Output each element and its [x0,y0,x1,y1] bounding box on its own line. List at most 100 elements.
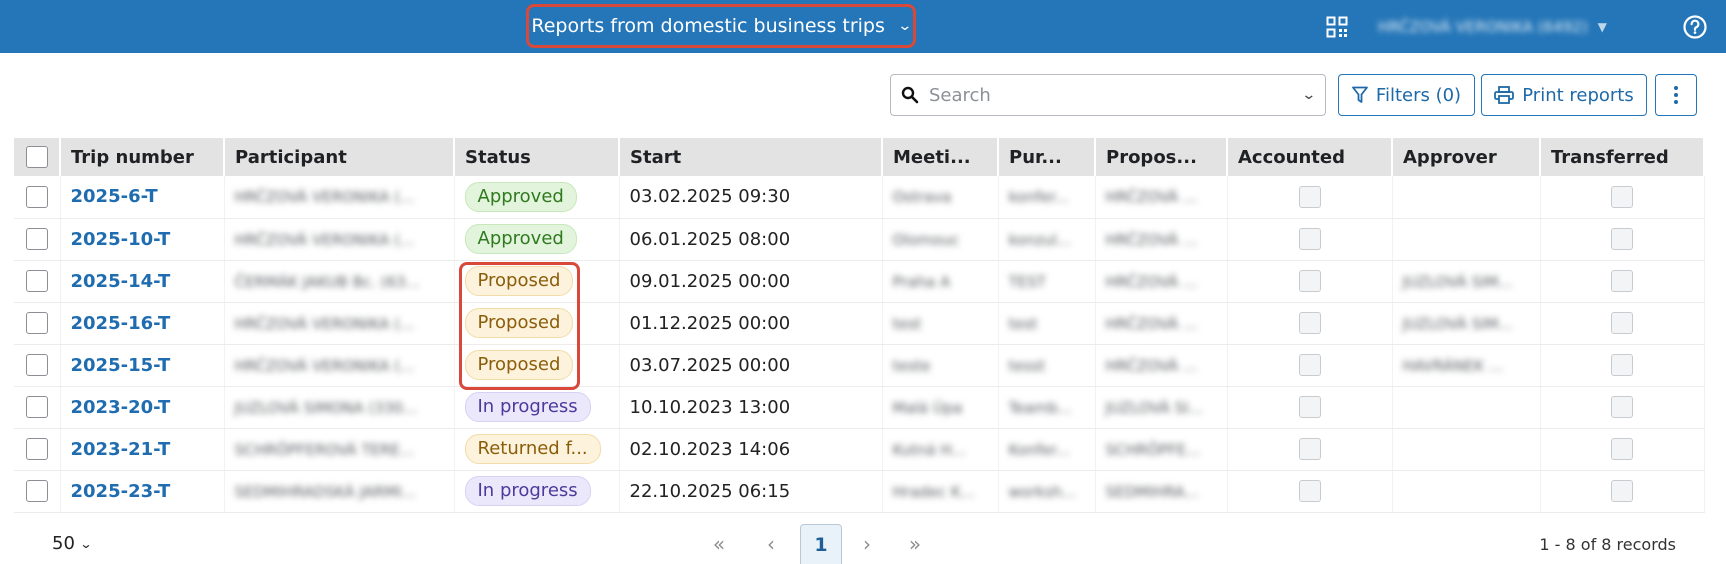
table-header-row: Trip number Participant Status Start Mee… [14,138,1705,176]
participant-cell: HRČZOVÁ VERONIKA (... [224,176,455,219]
row-checkbox[interactable] [25,270,48,292]
purpose: TEST [1008,272,1046,291]
accounted-cell [1227,260,1393,303]
trip-number-cell: 2023-20-T [60,386,225,429]
proposer-cell: JUZLOVÁ SI... [1095,386,1228,429]
transferred-cell [1540,428,1705,471]
column-header[interactable]: Transferred [1540,138,1705,176]
meeting-place: Praha A [892,272,951,291]
purpose: Teamb... [1008,398,1072,417]
participant-cell: HRČZOVÁ VERONIKA (... [224,344,455,387]
more-options-button[interactable] [1655,74,1697,116]
chevron-down-icon: ⌄ [79,536,93,551]
trip-number-link[interactable]: 2025-23-T [71,481,171,502]
select-all-checkbox[interactable] [25,146,48,168]
column-header[interactable]: Meeti... [882,138,999,176]
page-size-selector[interactable]: 50 ⌄ [52,533,93,554]
meeting-place: Olomouc [892,230,960,249]
participant-cell: HRČZOVÁ VERONIKA (... [224,302,455,345]
trip-number-link[interactable]: 2025-15-T [71,355,171,376]
report-title: Reports from domestic business trips [531,15,885,37]
column-header[interactable]: Participant [224,138,455,176]
row-checkbox[interactable] [25,438,48,460]
accounted-cell [1227,218,1393,261]
transferred-checkbox [1611,480,1633,502]
accounted-checkbox [1298,228,1321,250]
status-cell: Proposed [454,302,620,345]
meeting-place-cell: Malá Úpa [882,386,999,429]
trip-number-link[interactable]: 2023-21-T [71,439,171,460]
meeting-place: Hradec K... [892,482,976,501]
last-page-icon[interactable]: » [896,524,934,564]
proposer-cell: HRČZOVÁ ... [1095,302,1228,345]
search-input[interactable] [927,83,1296,107]
trips-table: Trip number Participant Status Start Mee… [14,138,1705,513]
transferred-cell [1540,218,1705,261]
next-page-icon[interactable]: › [848,524,886,564]
help-icon[interactable] [1682,14,1708,40]
row-select-cell [14,260,61,303]
chevron-down-icon[interactable]: ⌄ [1302,87,1317,103]
records-count: 1 - 8 of 8 records [1539,535,1676,554]
purpose: konzul... [1008,230,1072,249]
top-bar: Reports from domestic business trips ⌄ H… [0,0,1726,53]
first-page-icon[interactable]: « [700,524,738,564]
accounted-checkbox [1298,312,1321,334]
participant-name: ČERMÁK JAKUB Bc. (63... [234,272,420,291]
column-header[interactable]: Status [454,138,620,176]
trip-number-cell: 2025-15-T [60,344,225,387]
row-checkbox[interactable] [25,480,48,502]
row-checkbox[interactable] [25,354,48,376]
participant-name: HRČZOVÁ VERONIKA (... [234,230,415,249]
row-checkbox[interactable] [25,396,48,418]
row-checkbox[interactable] [25,228,48,250]
trip-number-link[interactable]: 2025-16-T [71,313,171,334]
prev-page-icon[interactable]: ‹ [752,524,790,564]
transferred-cell [1540,344,1705,387]
apps-grid-icon[interactable] [1326,16,1348,38]
column-header[interactable]: Propos... [1095,138,1228,176]
trip-number-cell: 2025-23-T [60,470,225,513]
page-button-current[interactable]: 1 [800,524,842,564]
purpose: konfer... [1008,188,1069,207]
row-select-cell [14,302,61,345]
column-header[interactable]: Accounted [1227,138,1393,176]
search-box[interactable]: ⌄ [890,74,1326,116]
trip-number-link[interactable]: 2023-20-T [71,397,171,418]
table-row[interactable]: 2023-21-T SCHRÖPFEROVÁ TERE... Returned f.… [14,428,1705,471]
row-select-cell [14,176,61,219]
transferred-checkbox [1611,438,1633,460]
column-header[interactable]: Start [619,138,883,176]
row-select-cell [14,218,61,261]
trip-number-link[interactable]: 2025-6-T [71,186,158,207]
filters-label: Filters (0) [1375,84,1462,106]
report-type-dropdown[interactable]: Reports from domestic business trips ⌄ [526,4,916,48]
status-cell: Approved [454,176,620,219]
column-header[interactable]: Approver [1392,138,1541,176]
chevron-down-icon: ▼ [1597,20,1607,34]
table-row[interactable]: 2025-6-T HRČZOVÁ VERONIKA (... Approved 03.… [14,176,1705,219]
status-badge: Proposed [464,350,574,380]
start-cell: 10.10.2023 13:00 [619,386,883,429]
table-row[interactable]: 2025-15-T HRČZOVÁ VERONIKA (... Proposed 03… [14,344,1705,387]
table-row[interactable]: 2025-10-T HRČZOVÁ VERONIKA (... Approved 06… [14,218,1705,261]
purpose-cell: konzul... [998,218,1096,261]
table-row[interactable]: 2023-20-T JUZLOVÁ SIMONA (330... In progre… [14,386,1705,429]
proposer: SCHRÖPFE... [1105,440,1201,459]
print-reports-button[interactable]: Print reports [1481,74,1647,116]
transferred-checkbox [1611,312,1633,334]
row-checkbox[interactable] [25,185,48,208]
status-cell: Returned f... [454,428,620,471]
table-row[interactable]: 2025-23-T SEDMIHRADSKÁ JARMI... In progres… [14,470,1705,513]
purpose-cell: Konfer... [998,428,1096,471]
user-menu[interactable]: HRČZOVÁ VERONIKA (6492) ▼ [1378,14,1646,40]
table-row[interactable]: 2025-16-T HRČZOVÁ VERONIKA (... Proposed 01… [14,302,1705,345]
filters-button[interactable]: Filters (0) [1338,74,1475,116]
column-header[interactable]: Trip number [60,138,225,176]
trip-number-link[interactable]: 2025-10-T [71,229,171,250]
proposer-cell: HRČZOVÁ ... [1095,344,1228,387]
row-checkbox[interactable] [25,312,48,334]
trip-number-link[interactable]: 2025-14-T [71,271,171,292]
column-header[interactable]: Pur... [998,138,1096,176]
table-row[interactable]: 2025-14-T ČERMÁK JAKUB Bc. (63... Proposed… [14,260,1705,303]
